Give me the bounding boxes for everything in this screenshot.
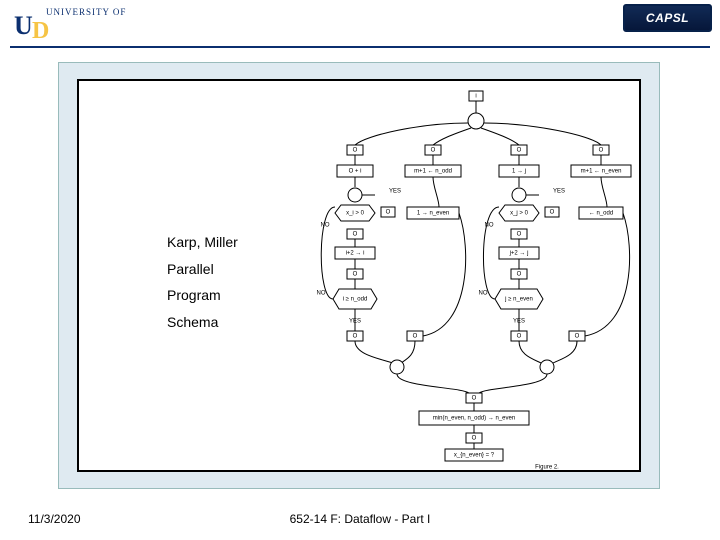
- svg-text:O: O: [599, 148, 604, 154]
- svg-text:O: O: [431, 148, 436, 154]
- footer-title: 652-14 F: Dataflow - Part I: [0, 512, 720, 526]
- svg-text:Figure 2.: Figure 2.: [535, 465, 559, 471]
- svg-text:m+1 ← n_even: m+1 ← n_even: [581, 169, 622, 175]
- svg-text:O: O: [353, 232, 358, 238]
- svg-text:O: O: [472, 436, 477, 442]
- svg-text:j ≥ n_even: j ≥ n_even: [504, 297, 533, 303]
- svg-text:i+2 → i: i+2 → i: [346, 251, 365, 257]
- svg-text:1 → j: 1 → j: [512, 169, 526, 175]
- svg-text:O: O: [517, 334, 522, 340]
- header-divider: [10, 46, 710, 48]
- svg-text:← n_odd: ← n_odd: [589, 211, 613, 217]
- svg-text:O: O: [353, 272, 358, 278]
- svg-text:YES: YES: [389, 189, 401, 195]
- slide: UNIVERSITY OF U D CAPSL Karp, Miller Par…: [0, 0, 720, 540]
- svg-text:O: O: [517, 232, 522, 238]
- svg-text:NO: NO: [317, 291, 326, 297]
- svg-text:O: O: [472, 396, 477, 402]
- svg-text:YES: YES: [553, 189, 565, 195]
- svg-text:x_j > 0: x_j > 0: [510, 211, 529, 217]
- svg-text:m+1 ← n_odd: m+1 ← n_odd: [414, 169, 452, 175]
- svg-text:O + i: O + i: [349, 169, 362, 175]
- content-inner: Karp, Miller Parallel Program Schema i: [77, 79, 641, 472]
- svg-text:U: U: [14, 11, 33, 40]
- svg-text:1 → n_even: 1 → n_even: [417, 211, 449, 217]
- content-panel: Karp, Miller Parallel Program Schema i: [58, 62, 660, 489]
- svg-text:j+2 → j: j+2 → j: [509, 251, 529, 257]
- svg-text:x_{n_even} = ?: x_{n_even} = ?: [454, 453, 495, 459]
- svg-text:O: O: [386, 210, 391, 216]
- svg-text:i ≥ n_odd: i ≥ n_odd: [343, 297, 368, 303]
- svg-text:D: D: [32, 18, 49, 40]
- figure-caption: Karp, Miller Parallel Program Schema: [167, 229, 238, 335]
- university-logo: UNIVERSITY OF U D: [10, 4, 148, 40]
- svg-text:NO: NO: [479, 291, 488, 297]
- svg-text:O: O: [517, 148, 522, 154]
- svg-text:O: O: [575, 334, 580, 340]
- svg-text:O: O: [517, 272, 522, 278]
- svg-text:x_i > 0: x_i > 0: [346, 211, 365, 217]
- svg-text:O: O: [353, 148, 358, 154]
- caption-line1: Karp, Miller: [167, 229, 238, 256]
- svg-text:min(n_even, n_odd) → n_even: min(n_even, n_odd) → n_even: [433, 416, 515, 422]
- svg-text:NO: NO: [321, 223, 330, 229]
- svg-text:i: i: [475, 94, 476, 100]
- svg-text:O: O: [550, 210, 555, 216]
- schema-figure: i O O O O O +: [311, 87, 639, 473]
- caption-line2: Parallel: [167, 256, 238, 283]
- svg-text:O: O: [353, 334, 358, 340]
- caption-line3: Program: [167, 282, 238, 309]
- caption-line4: Schema: [167, 309, 238, 336]
- capsl-label: CAPSL: [646, 11, 689, 25]
- capsl-logo: CAPSL: [623, 4, 712, 32]
- university-text: UNIVERSITY OF: [46, 7, 126, 17]
- svg-text:O: O: [413, 334, 418, 340]
